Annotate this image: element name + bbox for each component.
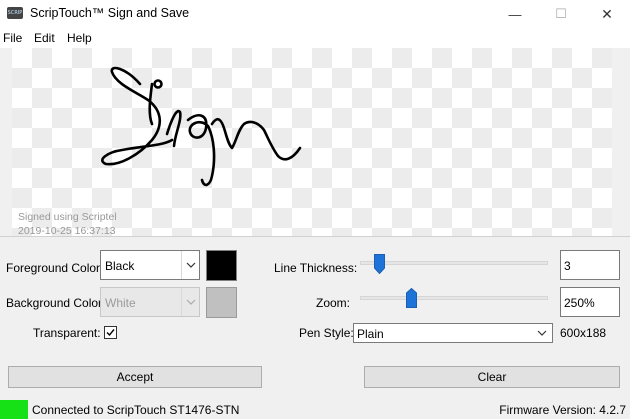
signature-timestamp: 2019-10-25 16:37:13 — [18, 225, 116, 236]
close-button[interactable]: ✕ — [584, 0, 630, 28]
menu-file[interactable]: File — [3, 31, 22, 45]
line-thickness-slider[interactable] — [360, 254, 548, 278]
chevron-down-icon — [181, 251, 199, 279]
window-title: ScripTouch™ Sign and Save — [30, 6, 190, 20]
foreground-color-select[interactable]: Black — [100, 250, 200, 280]
close-icon: ✕ — [601, 5, 613, 22]
zoom-slider[interactable] — [360, 287, 548, 312]
clear-button[interactable]: Clear — [364, 366, 620, 388]
menu-bar: File Edit Help — [0, 28, 630, 48]
transparent-checkbox[interactable] — [104, 326, 117, 339]
signature-canvas[interactable]: Signed using Scriptel 2019-10-25 16:37:1… — [12, 48, 612, 236]
slider-track — [360, 296, 548, 300]
background-color-swatch — [206, 287, 237, 318]
zoom-label: Zoom: — [316, 296, 351, 310]
connection-status-indicator — [0, 400, 28, 419]
signature-caption-text: Signed using Scriptel — [18, 211, 117, 223]
accept-button[interactable]: Accept — [8, 366, 262, 388]
app-icon: SCRIP — [7, 7, 23, 19]
slider-thumb[interactable] — [405, 287, 417, 308]
pen-style-select[interactable]: Plain — [353, 323, 553, 343]
menu-edit[interactable]: Edit — [34, 31, 55, 45]
slider-thumb[interactable] — [373, 254, 385, 275]
checkmark-icon — [106, 329, 115, 337]
transparent-label: Transparent: — [33, 326, 101, 340]
foreground-color-value: Black — [105, 259, 135, 273]
status-bar: Connected to ScripTouch ST1476-STN Firmw… — [0, 400, 630, 419]
background-color-select: White — [100, 287, 200, 317]
chevron-down-icon — [535, 326, 549, 340]
connection-status-text: Connected to ScripTouch ST1476-STN — [32, 403, 240, 417]
background-color-value: White — [105, 296, 136, 310]
pen-style-label: Pen Style: — [299, 326, 354, 340]
settings-panel: Foreground Color: Black Background Color… — [0, 236, 630, 400]
zoom-value: 250% — [564, 296, 595, 310]
zoom-input[interactable]: 250% — [560, 287, 620, 317]
line-thickness-input[interactable]: 3 — [560, 250, 620, 280]
foreground-color-label: Foreground Color: — [6, 261, 104, 275]
pen-style-value: Plain — [357, 327, 384, 341]
canvas-size-readout: 600x188 — [560, 326, 607, 340]
title-bar: SCRIP ScripTouch™ Sign and Save — ☐ ✕ — [0, 0, 630, 28]
line-thickness-value: 3 — [564, 259, 571, 273]
firmware-version: Firmware Version: 4.2.7 — [499, 403, 626, 417]
menu-help[interactable]: Help — [67, 31, 92, 45]
foreground-color-swatch[interactable] — [206, 250, 237, 281]
maximize-button[interactable]: ☐ — [538, 0, 584, 28]
maximize-icon: ☐ — [555, 6, 567, 21]
background-color-label: Background Color: — [6, 296, 106, 310]
slider-track — [360, 261, 548, 265]
signature-ink — [101, 66, 302, 187]
minimize-button[interactable]: — — [492, 0, 538, 28]
line-thickness-label: Line Thickness: — [274, 261, 358, 275]
minimize-icon: — — [508, 6, 522, 22]
chevron-down-icon — [181, 288, 199, 316]
